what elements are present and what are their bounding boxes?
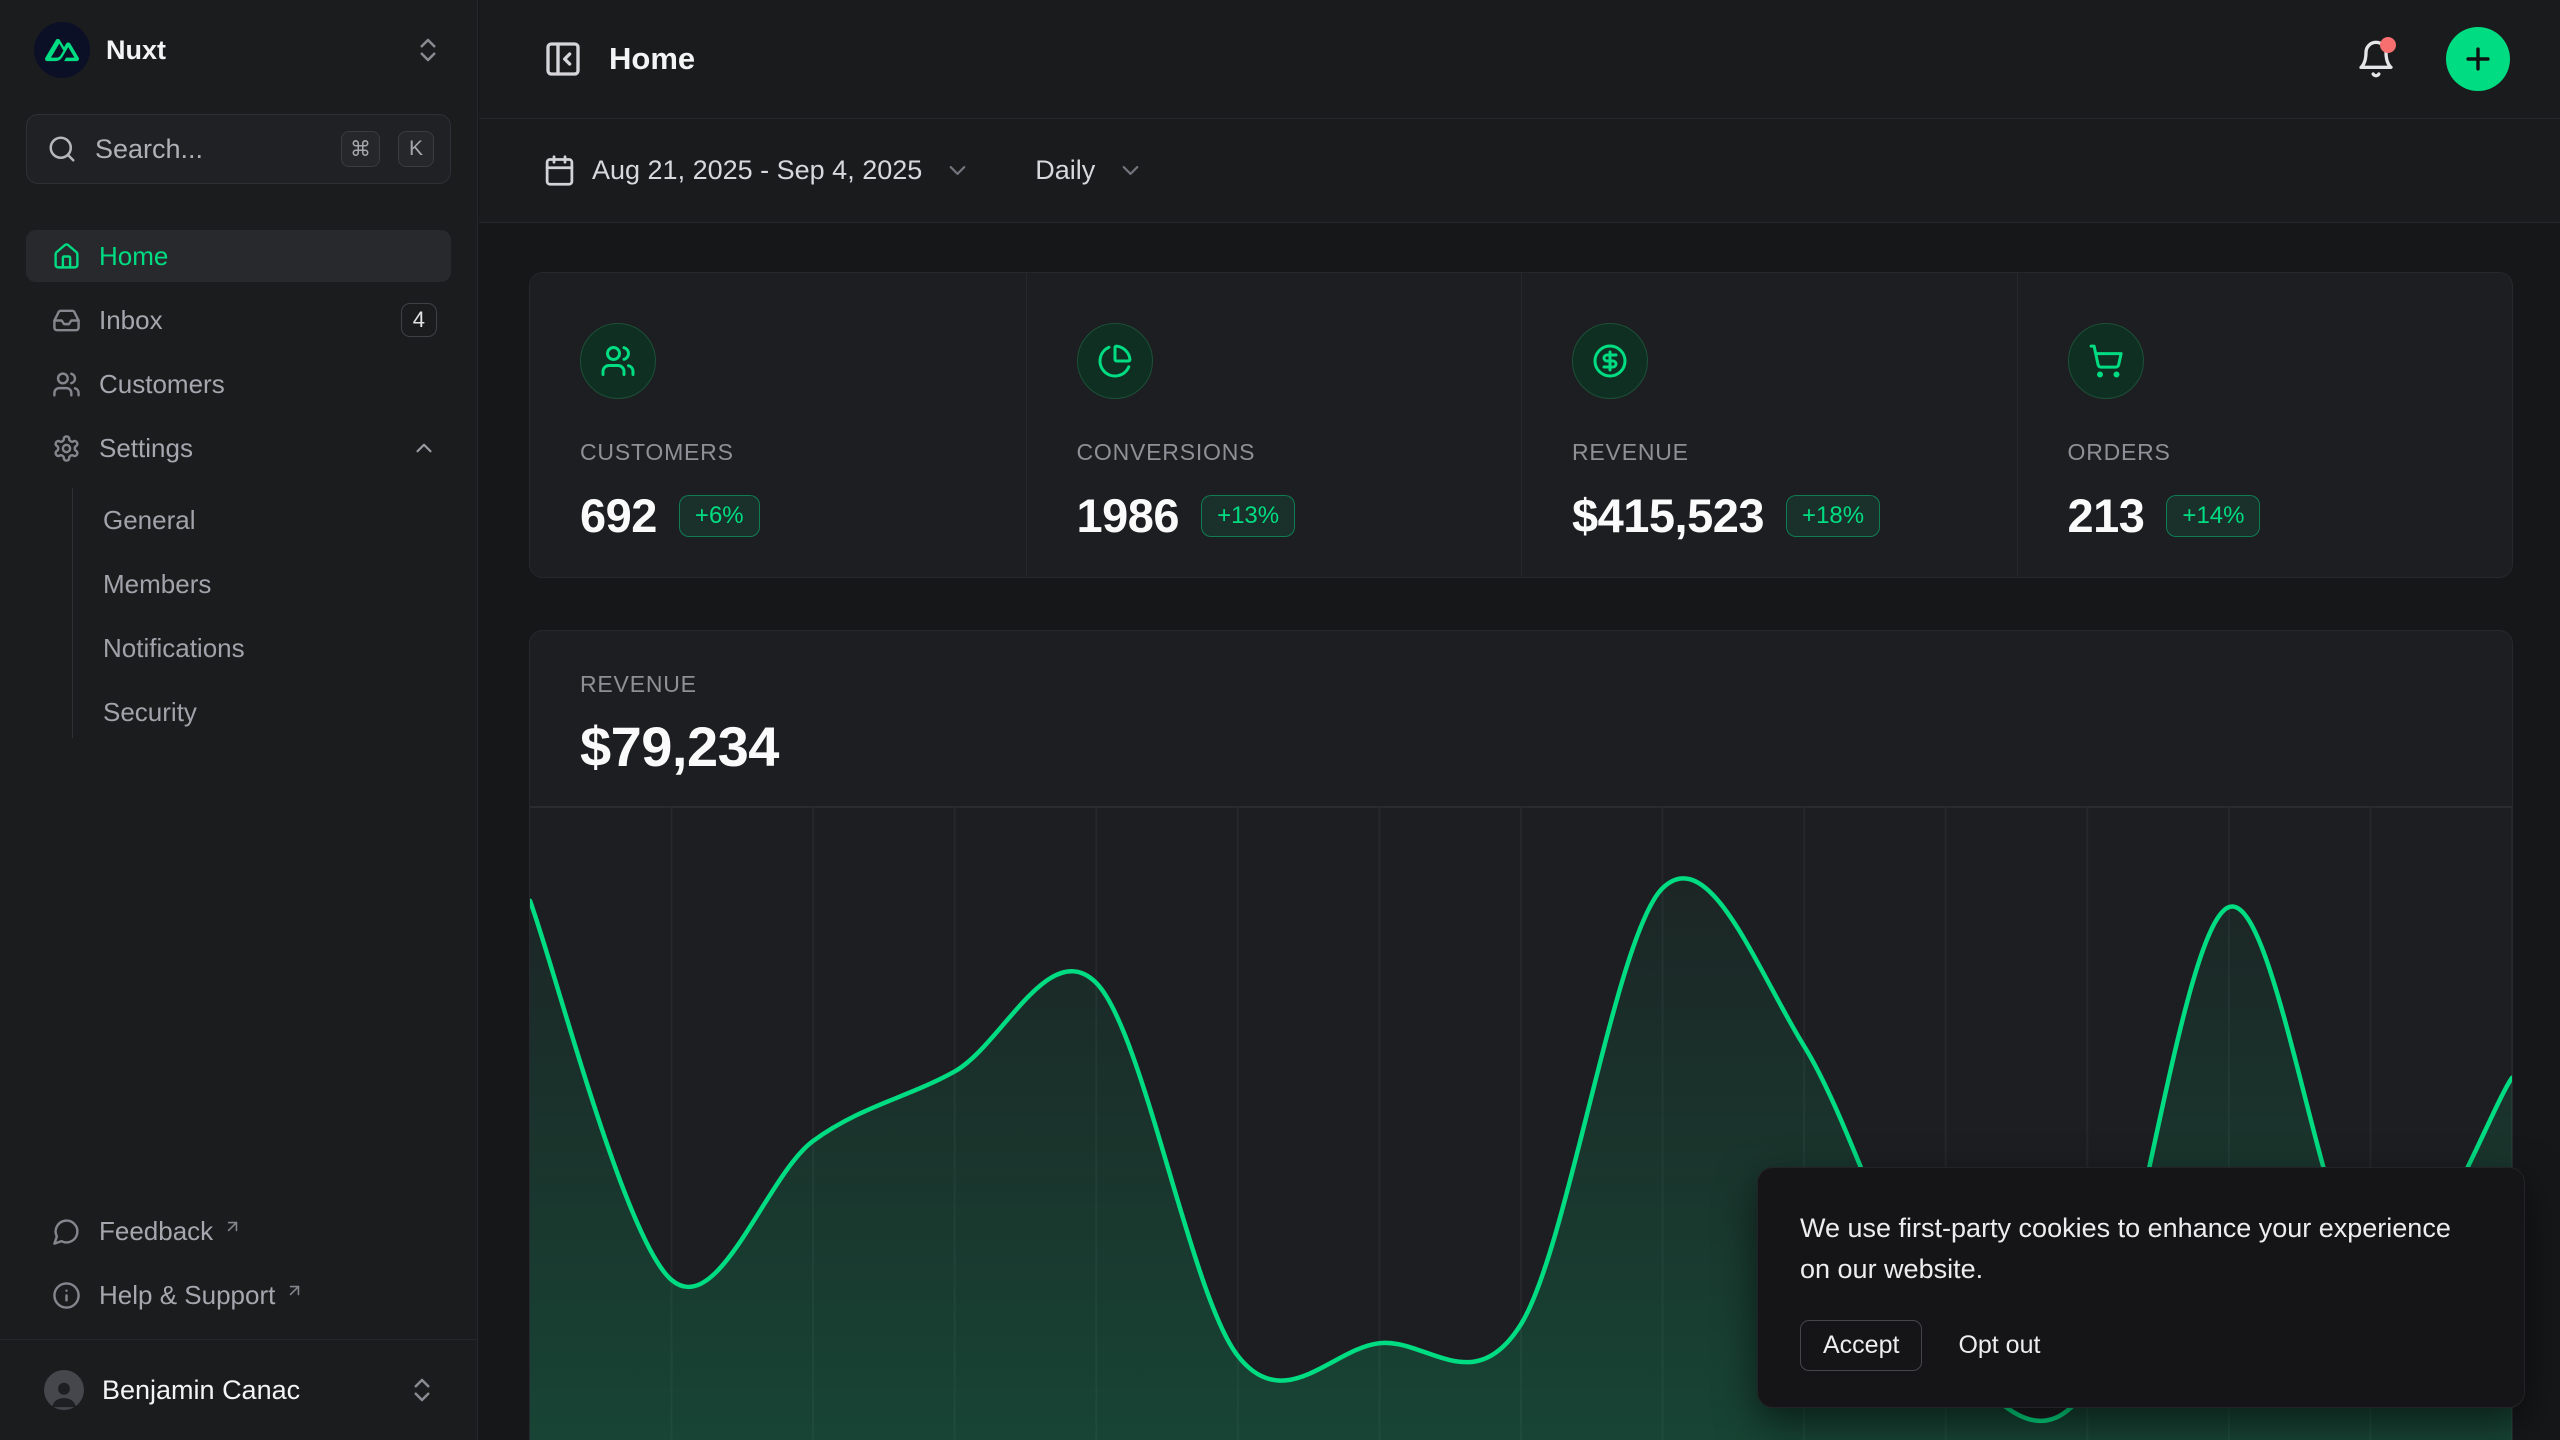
granularity-value: Daily — [1035, 155, 1095, 186]
inbox-icon — [52, 306, 81, 335]
feedback-link[interactable]: Feedback — [26, 1205, 451, 1257]
workspace-selector[interactable]: Nuxt — [26, 0, 451, 100]
cookie-message: We use first-party cookies to enhance yo… — [1800, 1208, 2482, 1290]
user-menu[interactable]: Benjamin Canac — [26, 1348, 451, 1432]
chevron-down-icon — [944, 157, 971, 184]
sidebar-item-label: Customers — [99, 369, 437, 400]
nuxt-logo-icon — [34, 22, 90, 78]
stat-label: REVENUE — [1572, 439, 2017, 466]
sidebar-item-label: Home — [99, 241, 437, 272]
user-name: Benjamin Canac — [102, 1375, 389, 1406]
stat-value: 1986 — [1077, 488, 1180, 543]
inbox-count-badge: 4 — [401, 303, 437, 337]
sidebar-item-home[interactable]: Home — [26, 230, 451, 282]
stat-delta-badge: +13% — [1201, 495, 1295, 537]
chevron-down-icon — [1117, 157, 1144, 184]
feedback-label: Feedback — [99, 1216, 213, 1247]
top-header: Home — [479, 0, 2560, 119]
accept-button[interactable]: Accept — [1800, 1320, 1922, 1371]
stat-label: CUSTOMERS — [580, 439, 1026, 466]
help-support-label: Help & Support — [99, 1280, 275, 1311]
users-icon — [580, 323, 656, 399]
stats-card-group: CUSTOMERS 692 +6% CONVERSIONS 1986 +13% — [529, 272, 2513, 578]
search-placeholder: Search... — [95, 134, 323, 165]
settings-gear-icon — [52, 434, 81, 463]
sidebar-item-security[interactable]: Security — [73, 686, 451, 738]
info-circle-icon — [52, 1281, 81, 1310]
date-range-picker[interactable]: Aug 21, 2025 - Sep 4, 2025 — [543, 154, 971, 187]
sidebar-item-label: Inbox — [99, 305, 383, 336]
sidebar-item-members[interactable]: Members — [73, 558, 451, 610]
sidebar-divider — [0, 1339, 477, 1340]
cookie-banner: We use first-party cookies to enhance yo… — [1757, 1167, 2525, 1408]
sidebar-item-customers[interactable]: Customers — [26, 358, 451, 410]
help-support-link[interactable]: Help & Support — [26, 1269, 451, 1321]
sidebar: Nuxt Search... ⌘ K Home Inbox 4 Customer… — [0, 0, 478, 1440]
cart-icon — [2068, 323, 2144, 399]
stat-delta-badge: +6% — [679, 495, 760, 537]
chevron-up-icon — [411, 435, 437, 461]
revenue-chart-label: REVENUE — [580, 671, 2512, 698]
chevrons-up-down-icon — [413, 35, 443, 65]
stat-delta-badge: +14% — [2166, 495, 2260, 537]
stat-delta-badge: +18% — [1786, 495, 1880, 537]
notification-dot — [2380, 37, 2396, 53]
external-link-arrow-icon — [223, 1217, 242, 1236]
add-button[interactable] — [2446, 27, 2510, 91]
plus-icon — [2461, 42, 2495, 76]
sidebar-item-settings[interactable]: Settings — [26, 422, 451, 474]
home-icon — [52, 242, 81, 271]
calendar-icon — [543, 154, 576, 187]
kbd-meta: ⌘ — [341, 131, 380, 167]
kbd-k: K — [398, 131, 434, 167]
sidebar-item-general[interactable]: General — [73, 494, 451, 546]
workspace-name: Nuxt — [106, 35, 397, 66]
sidebar-item-inbox[interactable]: Inbox 4 — [26, 294, 451, 346]
stat-conversions: CONVERSIONS 1986 +13% — [1026, 273, 1522, 577]
sidebar-item-label: Settings — [99, 433, 393, 464]
stat-label: ORDERS — [2068, 439, 2513, 466]
users-icon — [52, 370, 81, 399]
stat-orders: ORDERS 213 +14% — [2017, 273, 2513, 577]
search-icon — [47, 134, 77, 164]
sidebar-nav: Home Inbox 4 Customers Settings General … — [26, 230, 451, 738]
sidebar-footer: Feedback Help & Support — [26, 1205, 451, 1339]
chevrons-up-down-icon — [407, 1375, 437, 1405]
stat-revenue: REVENUE $415,523 +18% — [1521, 273, 2017, 577]
avatar — [44, 1370, 84, 1410]
message-bubble-icon — [52, 1217, 81, 1246]
stat-customers: CUSTOMERS 692 +6% — [530, 273, 1026, 577]
stat-label: CONVERSIONS — [1077, 439, 1522, 466]
filter-toolbar: Aug 21, 2025 - Sep 4, 2025 Daily — [479, 119, 2560, 223]
dollar-circle-icon — [1572, 323, 1648, 399]
notifications-button[interactable] — [2356, 39, 2396, 79]
granularity-select[interactable]: Daily — [1035, 155, 1144, 186]
panel-collapse-icon[interactable] — [543, 39, 583, 79]
settings-subnav: General Members Notifications Security — [72, 488, 451, 738]
stat-value: 692 — [580, 488, 657, 543]
search-input[interactable]: Search... ⌘ K — [26, 114, 451, 184]
date-range-value: Aug 21, 2025 - Sep 4, 2025 — [592, 155, 922, 186]
sidebar-item-notifications[interactable]: Notifications — [73, 622, 451, 674]
pie-chart-icon — [1077, 323, 1153, 399]
revenue-chart-total: $79,234 — [580, 714, 2512, 779]
opt-out-button[interactable]: Opt out — [1958, 1331, 2040, 1360]
stat-value: $415,523 — [1572, 488, 1764, 543]
external-link-arrow-icon — [285, 1281, 304, 1300]
page-title: Home — [609, 41, 2330, 77]
stat-value: 213 — [2068, 488, 2145, 543]
